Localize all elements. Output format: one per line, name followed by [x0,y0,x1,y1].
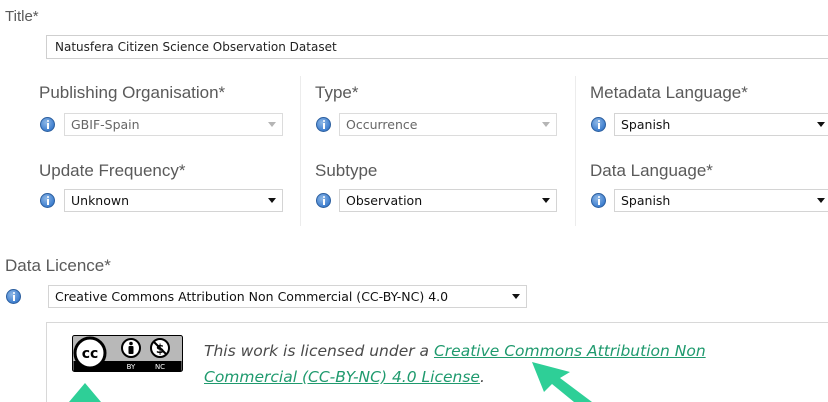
licence-notice-suffix: . [479,368,485,386]
annotation-arrow-icon [69,383,101,402]
metadata-language-value: Spanish [621,117,671,132]
data-language-select[interactable]: Spanish [614,189,828,212]
licence-link-line2: Commercial (CC-BY-NC) 4.0 License [204,368,480,386]
update-frequency-select[interactable]: Unknown [64,189,283,212]
update-frequency-value: Unknown [71,193,130,208]
subtype-label: Subtype [315,161,378,180]
data-licence-label: Data Licence* [5,256,111,275]
cc-by-nc-badge-icon[interactable]: cc $ BY NC [72,335,183,372]
publishing-org-value: GBIF-Spain [71,117,140,132]
info-icon[interactable] [316,117,331,132]
subtype-value: Observation [346,193,423,208]
type-select[interactable]: Occurrence [339,113,557,136]
data-licence-select[interactable]: Creative Commons Attribution Non Commerc… [48,285,527,308]
publishing-org-label: Publishing Organisation* [39,83,226,102]
type-label: Type* [315,83,359,102]
annotation-arrow-icon [532,362,592,402]
title-label: Title* [5,8,39,25]
info-icon[interactable] [40,193,55,208]
title-input[interactable]: Natusfera Citizen Science Observation Da… [46,35,828,59]
publishing-org-select[interactable]: GBIF-Spain [64,113,283,136]
chevron-down-icon [512,294,520,299]
type-value: Occurrence [346,117,418,132]
chevron-down-icon [268,198,276,203]
info-icon[interactable] [591,193,606,208]
update-frequency-label: Update Frequency* [39,161,186,180]
licence-notice-text: This work is licensed under a Creative C… [204,338,804,390]
chevron-down-icon [542,198,550,203]
licence-link-line1: Creative Commons Attribution Non [433,342,706,360]
data-licence-value: Creative Commons Attribution Non Commerc… [55,289,449,304]
licence-notice-prefix: This work is licensed under a [204,342,434,360]
data-language-label: Data Language* [590,161,713,180]
badge-by-text: BY [127,363,136,371]
column-divider [300,76,301,226]
chevron-down-icon [542,122,550,127]
chevron-down-icon [817,122,825,127]
info-icon[interactable] [40,117,55,132]
badge-cc-text: cc [82,346,99,362]
info-icon[interactable] [591,117,606,132]
metadata-language-label: Metadata Language* [590,83,748,102]
column-divider [575,76,576,226]
metadata-language-select[interactable]: Spanish [614,113,828,136]
subtype-select[interactable]: Observation [339,189,557,212]
info-icon[interactable] [316,193,331,208]
chevron-down-icon [817,198,825,203]
data-language-value: Spanish [621,193,671,208]
badge-nc-text: NC [155,363,165,371]
info-icon[interactable] [6,289,21,304]
chevron-down-icon [268,122,276,127]
